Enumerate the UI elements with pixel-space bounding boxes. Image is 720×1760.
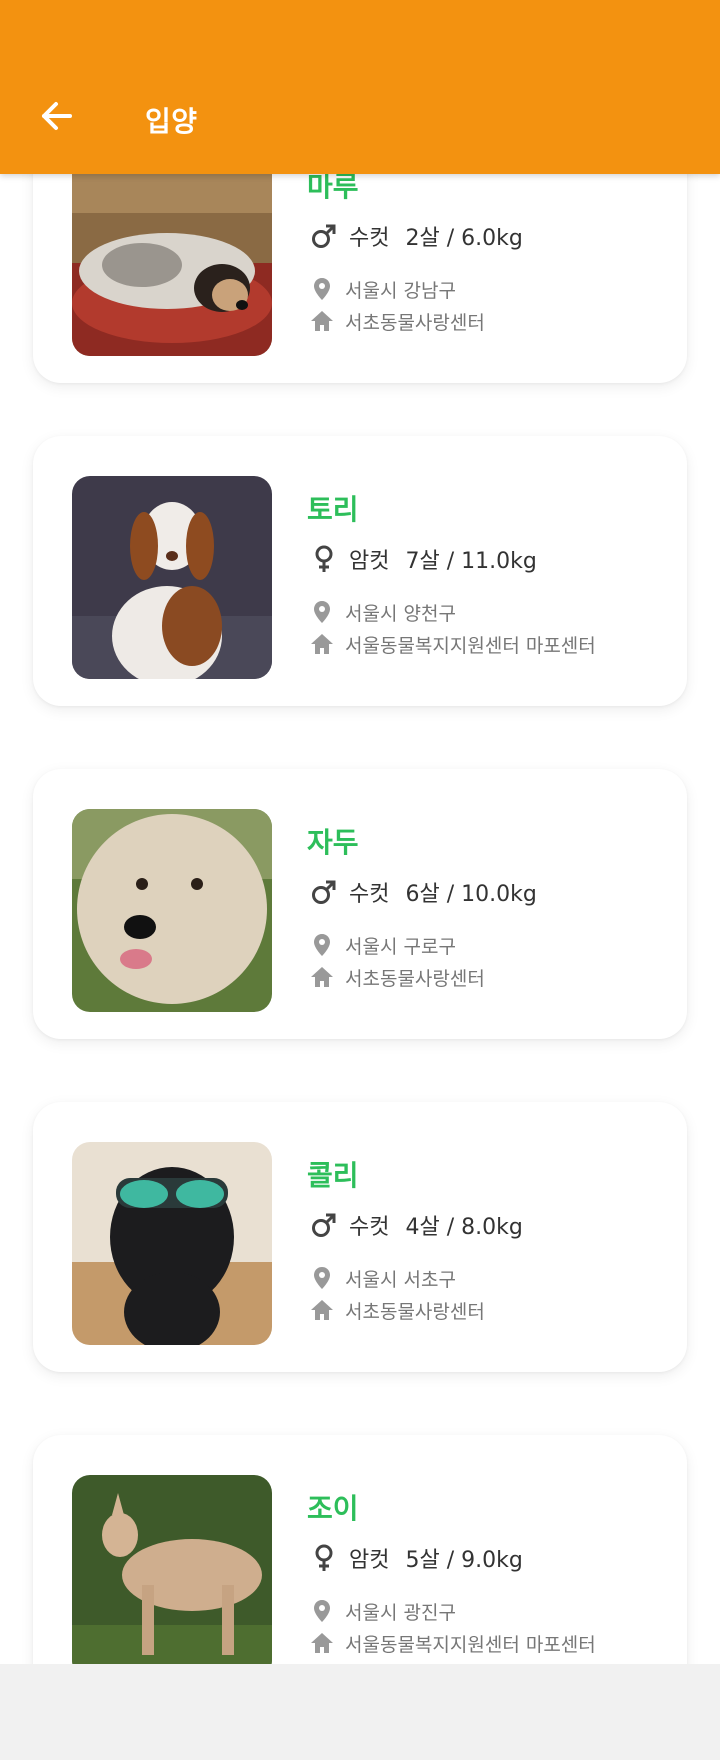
back-button[interactable] (32, 92, 80, 140)
age-weight: 2살 / 6.0kg (405, 226, 523, 251)
pet-photo (72, 1142, 272, 1345)
location-text: 서울시 양천구 (345, 602, 456, 625)
app-bar: 입양 (0, 0, 720, 174)
shelter-text: 서울동물복지지원센터 마포센터 (345, 634, 596, 657)
location-row: 서울시 구로구 (309, 931, 456, 959)
location-row: 서울시 양천구 (309, 598, 456, 626)
male-icon (312, 224, 336, 248)
pet-card[interactable]: 자두 수컷 6살 / 10.0kg 서울시 구로구 서초동물사랑센터 (33, 769, 687, 1039)
shelter-row: 서울동물복지지원센터 마포센터 (309, 1629, 596, 1657)
location-text: 서울시 구로구 (345, 935, 456, 958)
bottom-navigation-bar (0, 1664, 720, 1760)
location-text: 서울시 강남구 (345, 279, 456, 302)
pet-card[interactable]: 콜리 수컷 4살 / 8.0kg 서울시 서초구 서초동물사랑센터 (33, 1102, 687, 1372)
pet-photo (72, 476, 272, 679)
female-icon (315, 545, 333, 572)
location-pin-icon (314, 1600, 330, 1622)
pet-photo (72, 1475, 272, 1678)
sex-age-row: 수컷 2살 / 6.0kg (309, 219, 523, 253)
page-title: 입양 (145, 105, 198, 138)
home-icon (311, 967, 333, 987)
age-weight: 4살 / 8.0kg (405, 1215, 523, 1240)
pet-name: 콜리 (307, 1159, 359, 1192)
sex-label: 암컷 (349, 1548, 390, 1573)
location-pin-icon (314, 601, 330, 623)
pet-photo (72, 153, 272, 356)
pet-name: 자두 (307, 826, 359, 859)
age-weight: 7살 / 11.0kg (405, 549, 537, 574)
shelter-text: 서울동물복지지원센터 마포센터 (345, 1633, 596, 1656)
male-icon (312, 880, 336, 904)
female-icon (315, 1544, 333, 1571)
sex-age-row: 수컷 6살 / 10.0kg (309, 875, 537, 909)
pet-name: 조이 (307, 1492, 359, 1525)
home-icon (311, 634, 333, 654)
home-icon (311, 311, 333, 331)
sex-age-row: 수컷 4살 / 8.0kg (309, 1208, 523, 1242)
shelter-text: 서초동물사랑센터 (345, 967, 485, 990)
shelter-text: 서초동물사랑센터 (345, 311, 485, 334)
pet-photo (72, 809, 272, 1012)
age-weight: 5살 / 9.0kg (405, 1548, 523, 1573)
location-row: 서울시 강남구 (309, 275, 456, 303)
shelter-row: 서초동물사랑센터 (309, 1296, 485, 1324)
location-row: 서울시 광진구 (309, 1597, 456, 1625)
location-pin-icon (314, 278, 330, 300)
shelter-row: 서초동물사랑센터 (309, 307, 485, 335)
home-icon (311, 1633, 333, 1653)
location-row: 서울시 서초구 (309, 1264, 456, 1292)
sex-age-row: 암컷 7살 / 11.0kg (309, 542, 537, 576)
sex-label: 수컷 (349, 1215, 390, 1240)
shelter-text: 서초동물사랑센터 (345, 1300, 485, 1323)
adoption-screen: 마루 수컷 2살 / 6.0kg 서울시 강남구 서초동물사랑센터 토리 암컷 … (0, 0, 720, 1760)
location-text: 서울시 광진구 (345, 1601, 456, 1624)
pet-card[interactable]: 토리 암컷 7살 / 11.0kg 서울시 양천구 서울동물복지지원센터 마포센… (33, 436, 687, 706)
shelter-row: 서울동물복지지원센터 마포센터 (309, 630, 596, 658)
sex-label: 수컷 (349, 226, 390, 251)
shelter-row: 서초동물사랑센터 (309, 963, 485, 991)
sex-age-row: 암컷 5살 / 9.0kg (309, 1541, 523, 1575)
home-icon (311, 1300, 333, 1320)
sex-label: 수컷 (349, 882, 390, 907)
male-icon (312, 1213, 336, 1237)
sex-label: 암컷 (349, 549, 390, 574)
location-text: 서울시 서초구 (345, 1268, 456, 1291)
age-weight: 6살 / 10.0kg (405, 882, 537, 907)
pet-name: 토리 (307, 493, 359, 526)
location-pin-icon (314, 934, 330, 956)
arrow-left-icon (42, 102, 72, 130)
location-pin-icon (314, 1267, 330, 1289)
